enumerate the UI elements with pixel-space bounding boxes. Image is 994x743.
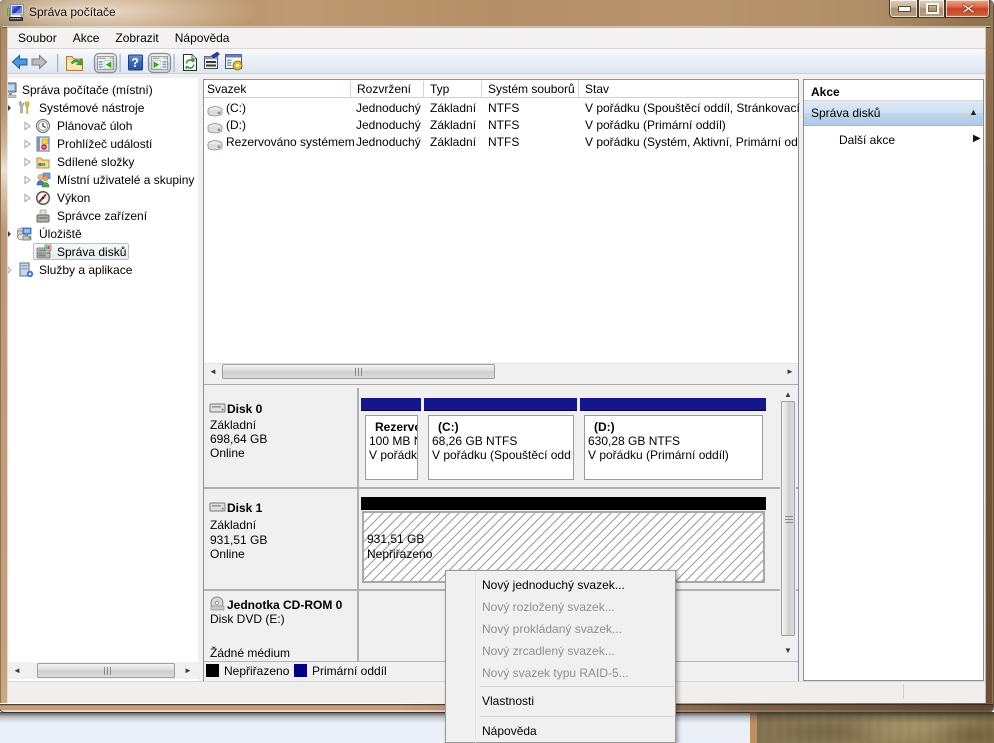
- svg-text:?: ?: [131, 56, 139, 70]
